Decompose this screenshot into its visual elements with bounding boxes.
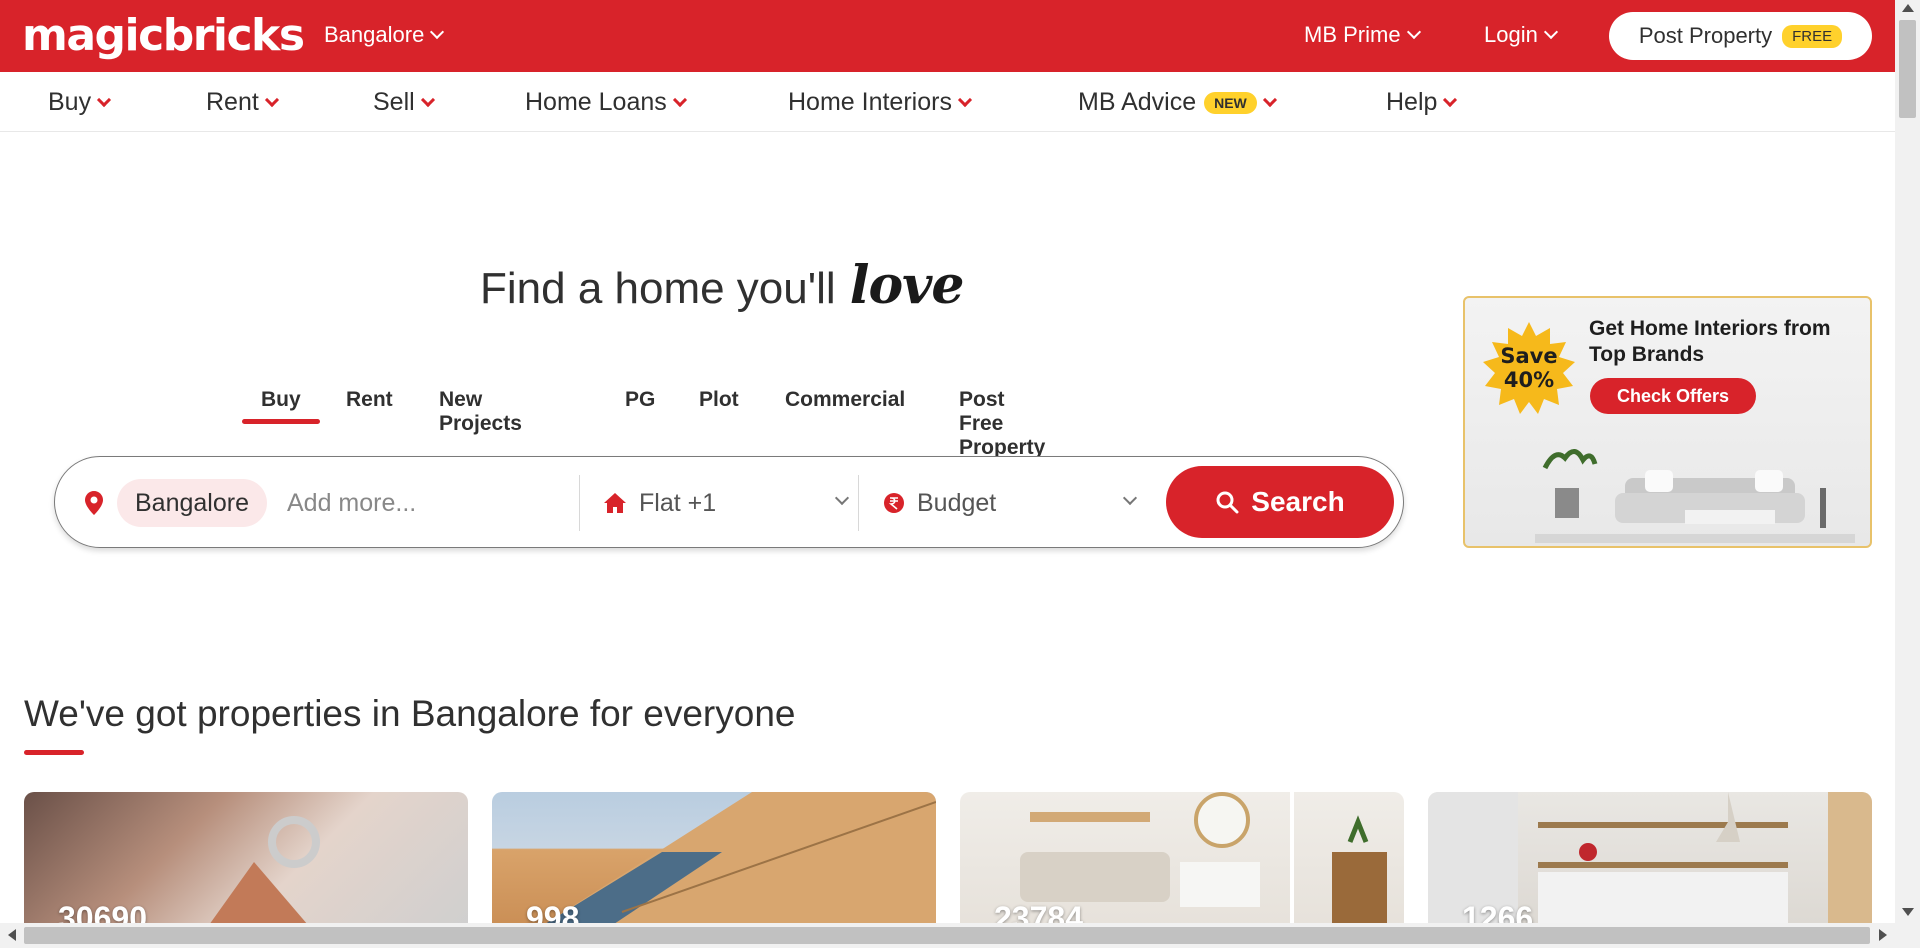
sofa-illustration [1535, 449, 1855, 543]
chevron-down-icon [420, 92, 435, 107]
nav-item-sell[interactable]: Sell [373, 88, 435, 117]
nav-item-label: Sell [373, 88, 415, 116]
search-bar: Bangalore Flat +1 Budget Search [54, 456, 1404, 548]
save-line-2: 40% [1503, 368, 1555, 392]
location-pin-icon [85, 491, 103, 515]
page: magicbricks Bangalore MB Prime Login Pos… [0, 0, 1920, 948]
city-chip[interactable]: Bangalore [117, 479, 267, 527]
property-type-dropdown[interactable]: Flat +1 [603, 481, 853, 525]
tab-rent[interactable]: Rent [346, 388, 393, 412]
nav-item-buy[interactable]: Buy [48, 88, 112, 117]
budget-dropdown[interactable]: Budget [883, 481, 1143, 525]
chevron-down-icon [1262, 92, 1277, 107]
home-icon [604, 493, 626, 513]
chevron-down-icon [1122, 490, 1138, 506]
vertical-scrollbar[interactable] [1895, 0, 1920, 948]
hero-title-text: Find a home you'll [480, 264, 836, 313]
scroll-right-arrow-icon[interactable] [1879, 929, 1887, 941]
search-icon [1216, 491, 1239, 514]
chevron-down-icon [672, 92, 687, 107]
property-type-label: Flat +1 [639, 488, 717, 517]
tab-commercial[interactable]: Commercial [785, 388, 905, 412]
rupee-icon [884, 493, 904, 513]
tab-new-projects[interactable]: New Projects [439, 388, 522, 436]
horizontal-scroll-thumb[interactable] [24, 927, 1870, 944]
scroll-up-arrow-icon[interactable] [1902, 4, 1914, 12]
login-menu[interactable]: Login [1484, 22, 1558, 48]
nav-item-label: Help [1386, 88, 1438, 116]
chevron-down-icon [264, 92, 279, 107]
tab-buy[interactable]: Buy [261, 388, 301, 412]
ad-title: Get Home Interiors from Top Brands [1589, 317, 1831, 366]
property-card[interactable]: 23784 [960, 792, 1404, 932]
save-badge-text: Save 40% [1483, 344, 1575, 392]
chevron-down-icon [1406, 24, 1421, 40]
new-badge: NEW [1204, 91, 1257, 114]
property-card[interactable]: 998 [492, 792, 936, 932]
free-badge: FREE [1782, 24, 1843, 48]
nav-item-rent[interactable]: Rent [206, 88, 279, 117]
mb-prime-menu[interactable]: MB Prime [1304, 22, 1421, 48]
property-card[interactable]: 1266 [1428, 792, 1872, 932]
property-card[interactable]: 30690 [24, 792, 468, 932]
nav-item-label: MB Advice [1078, 88, 1197, 116]
nav-item-label: Rent [206, 88, 259, 116]
nav-item-label: Home Interiors [788, 88, 952, 116]
nav-item-help[interactable]: Help [1386, 88, 1458, 117]
check-offers-button[interactable]: Check Offers [1590, 378, 1756, 414]
section-title-underline [24, 750, 84, 755]
scroll-left-arrow-icon[interactable] [8, 929, 16, 941]
post-property-label: Post Property [1638, 23, 1773, 48]
budget-label: Budget [917, 488, 997, 517]
active-tab-indicator [242, 419, 320, 424]
hero-title: Find a home you'll love [480, 255, 965, 316]
chevron-down-icon [1443, 92, 1458, 107]
hero-title-accent: love [849, 255, 965, 316]
chevron-down-icon [957, 92, 973, 107]
top-header: magicbricks Bangalore MB Prime Login Pos… [0, 0, 1895, 72]
location-input[interactable] [287, 481, 567, 525]
nav-item-home-loans[interactable]: Home Loans [525, 88, 687, 117]
tab-pg[interactable]: PG [625, 388, 655, 412]
section-title: We've got properties in Bangalore for ev… [24, 693, 796, 734]
chevron-down-icon [430, 24, 445, 40]
vertical-scroll-thumb[interactable] [1899, 20, 1916, 118]
home-interiors-ad[interactable]: Save 40% Get Home Interiors from Top Bra… [1463, 296, 1872, 548]
nav-item-label: Home Loans [525, 88, 667, 116]
search-button-label: Search [1251, 486, 1345, 517]
post-property-button[interactable]: Post Property FREE [1609, 12, 1872, 60]
search-button[interactable]: Search [1166, 466, 1394, 538]
nav-item-mb-advice[interactable]: MB Advice NEW [1078, 88, 1277, 117]
nav-item-home-interiors[interactable]: Home Interiors [788, 88, 973, 117]
chevron-down-icon [834, 490, 850, 506]
tab-plot[interactable]: Plot [699, 388, 739, 412]
login-label: Login [1484, 22, 1538, 47]
chevron-down-icon [97, 92, 112, 107]
divider [579, 475, 580, 531]
city-selector-label: Bangalore [324, 22, 425, 47]
scroll-down-arrow-icon[interactable] [1902, 908, 1914, 916]
magicbricks-logo[interactable]: magicbricks [22, 10, 305, 61]
main-nav: Buy Rent Sell Home Loans Home Interiors … [0, 72, 1895, 132]
divider [858, 475, 859, 531]
nav-item-label: Buy [48, 88, 92, 116]
mb-prime-label: MB Prime [1304, 22, 1401, 47]
city-selector[interactable]: Bangalore [324, 22, 445, 48]
chevron-down-icon [1543, 24, 1558, 40]
save-line-1: Save [1500, 344, 1558, 368]
